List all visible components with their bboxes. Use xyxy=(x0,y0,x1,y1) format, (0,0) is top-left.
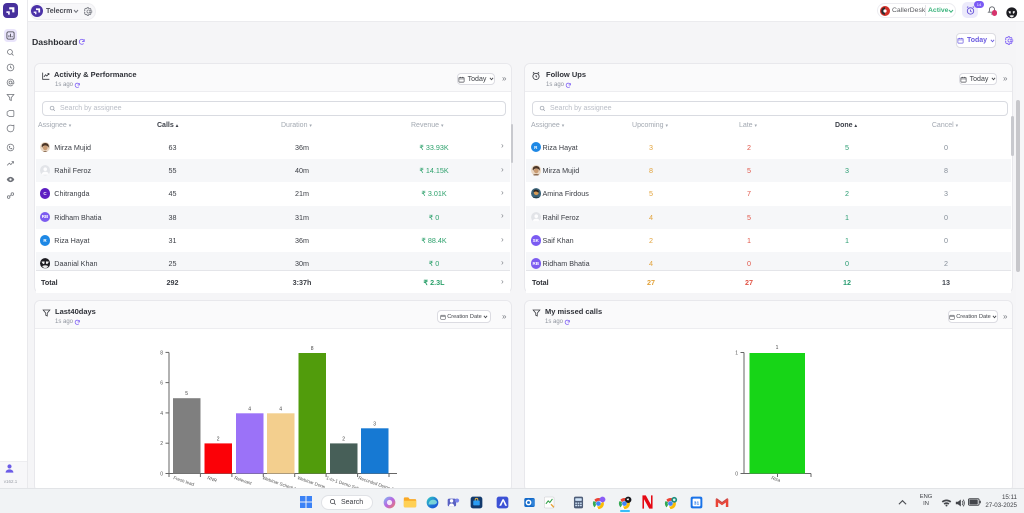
svg-text:2: 2 xyxy=(217,436,220,442)
svg-text:6: 6 xyxy=(160,381,163,387)
svg-text:4: 4 xyxy=(248,406,251,412)
svg-text:8: 8 xyxy=(311,346,314,352)
svg-text:3: 3 xyxy=(373,421,376,427)
svg-text:Fresh lead: Fresh lead xyxy=(173,475,196,487)
svg-text:4: 4 xyxy=(160,411,163,417)
svg-text:RNR: RNR xyxy=(207,475,219,483)
svg-text:2: 2 xyxy=(342,436,345,442)
svg-text:5: 5 xyxy=(185,391,188,397)
svg-text:0: 0 xyxy=(735,472,738,478)
svg-text:1: 1 xyxy=(776,345,779,351)
svg-text:1: 1 xyxy=(735,351,738,357)
svg-text:31: 31 xyxy=(694,501,700,507)
svg-text:8: 8 xyxy=(160,350,163,356)
svg-text:Relevant: Relevant xyxy=(234,475,253,486)
svg-text:2: 2 xyxy=(160,441,163,447)
svg-text:0: 0 xyxy=(160,472,163,478)
svg-text:4: 4 xyxy=(279,406,282,412)
svg-text:Riza: Riza xyxy=(771,475,782,483)
